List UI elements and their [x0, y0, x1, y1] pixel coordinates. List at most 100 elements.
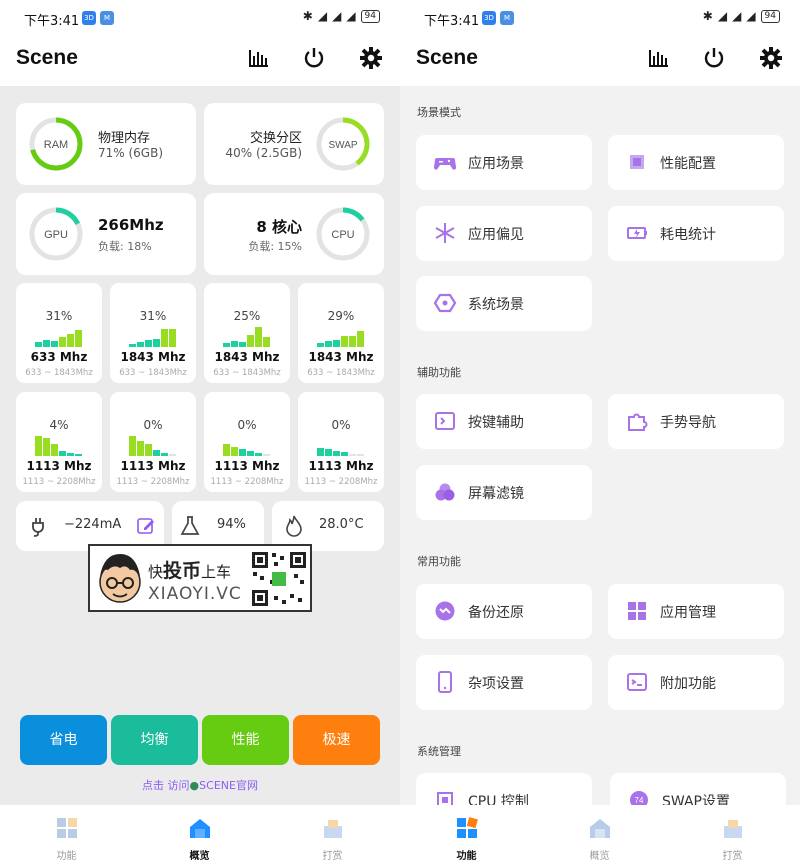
backup-icon: [435, 601, 455, 621]
gpu-card[interactable]: GPU 266Mhz 负载: 18%: [16, 193, 196, 275]
tile-key-assist[interactable]: 按键辅助: [416, 394, 592, 449]
core-range: 1113 ~ 2208Mhz: [210, 477, 284, 487]
battery-level: 94%: [217, 517, 246, 532]
tile-label: 附加功能: [660, 676, 716, 692]
bottom-navigation: 功能 概览 打赏: [0, 805, 400, 867]
globe-icon: ●: [189, 779, 200, 792]
home-icon: [190, 819, 210, 838]
website-link[interactable]: 点击 访问●SCENE官网: [0, 777, 400, 793]
phone-icon: [438, 671, 452, 693]
mode-fast-button[interactable]: 极速: [293, 715, 380, 765]
core-load: 4%: [49, 418, 69, 432]
tile-addons[interactable]: 附加功能: [608, 655, 784, 710]
gpu-ring-label: GPU: [44, 229, 68, 241]
cpu-core-card[interactable]: 4% 1113 Mhz 1113 ~ 2208Mhz: [16, 392, 102, 492]
cpu-core-card[interactable]: 0% 1113 Mhz 1113 ~ 2208Mhz: [110, 392, 196, 492]
grid-icon: [457, 817, 478, 838]
core-frequency: 1843 Mhz: [308, 350, 374, 364]
nav-tab-functions[interactable]: 功能: [400, 805, 533, 867]
chart-icon[interactable]: [646, 46, 670, 70]
watermark-domain: XIAOYI.VC: [148, 584, 242, 604]
gift-icon: [724, 820, 742, 838]
core-load: 0%: [237, 418, 257, 432]
tile-performance-config[interactable]: 性能配置: [608, 135, 784, 190]
swap-card[interactable]: 交换分区 40% (2.5GB) SWAP: [204, 103, 384, 185]
website-link-prefix: 点击 访问: [142, 779, 190, 792]
core-range: 633 ~ 1843Mhz: [25, 368, 93, 378]
tile-app-manager[interactable]: 应用管理: [608, 584, 784, 639]
core-range: 1113 ~ 2208Mhz: [304, 477, 378, 487]
chart-icon[interactable]: [246, 46, 270, 70]
mode-performance-button[interactable]: 性能: [202, 715, 289, 765]
tile-misc-settings[interactable]: 杂项设置: [416, 655, 592, 710]
tile-label: 应用偏见: [468, 227, 524, 243]
tile-system-scene[interactable]: 系统场景: [416, 276, 592, 331]
cpu-core-card[interactable]: 25% 1843 Mhz 633 ~ 1843Mhz: [204, 283, 290, 383]
temperature: 28.0°C: [319, 517, 364, 532]
nav-tab-tip[interactable]: 打赏: [666, 805, 799, 867]
core-load: 29%: [327, 309, 355, 323]
core-frequency: 1113 Mhz: [308, 459, 374, 473]
apps-grid-icon: [628, 602, 646, 620]
cpu-core-card[interactable]: 31% 1843 Mhz 633 ~ 1843Mhz: [110, 283, 196, 383]
watermark-text: 快: [148, 563, 164, 581]
functions-screen: 下午3:41 3D M ✱ ◢ ◢ ◢ 94 Scene 场景模式 应用场景 性…: [400, 0, 800, 867]
website-link-text: SCENE官网: [199, 779, 258, 792]
tile-backup-restore[interactable]: 备份还原: [416, 584, 592, 639]
core-range: 633 ~ 1843Mhz: [213, 368, 281, 378]
ram-card[interactable]: RAM 物理内存 71% (6GB): [16, 103, 196, 185]
settings-gear-icon[interactable]: [359, 46, 383, 70]
tile-app-scene[interactable]: 应用场景: [416, 135, 592, 190]
mode-balance-button[interactable]: 均衡: [111, 715, 198, 765]
home-icon: [590, 819, 610, 838]
tile-label: 系统场景: [468, 297, 524, 313]
nav-label: 概览: [589, 851, 610, 862]
nav-label: 打赏: [722, 851, 743, 862]
core-load: 25%: [233, 309, 261, 323]
core-load-bars: [223, 327, 273, 347]
signal-icon: ◢: [317, 9, 328, 23]
tile-app-preference[interactable]: 应用偏见: [416, 206, 592, 261]
nav-tab-tip[interactable]: 打赏: [266, 805, 399, 867]
cpu-ring-label: CPU: [331, 229, 354, 241]
status-time: 下午3:41: [424, 14, 480, 29]
app-bar: Scene: [0, 36, 400, 86]
edit-icon[interactable]: [136, 516, 156, 536]
cpu-core-card[interactable]: 0% 1113 Mhz 1113 ~ 2208Mhz: [298, 392, 384, 492]
cpu-core-card[interactable]: 0% 1113 Mhz 1113 ~ 2208Mhz: [204, 392, 290, 492]
color-filter-icon: [435, 483, 455, 501]
core-load: 0%: [143, 418, 163, 432]
cpu-card[interactable]: 8 核心 负载: 15% CPU: [204, 193, 384, 275]
core-load-bars: [35, 436, 85, 456]
core-load-bars: [129, 436, 179, 456]
tile-gesture-nav[interactable]: 手势导航: [608, 394, 784, 449]
core-range: 1113 ~ 2208Mhz: [116, 477, 190, 487]
core-frequency: 1113 Mhz: [120, 459, 186, 473]
nav-tab-functions[interactable]: 功能: [0, 805, 133, 867]
nav-tab-overview[interactable]: 概览: [533, 805, 666, 867]
power-icon[interactable]: [702, 46, 726, 70]
core-range: 633 ~ 1843Mhz: [307, 368, 375, 378]
wifi-icon: ◢: [346, 9, 356, 23]
power-icon[interactable]: [302, 46, 326, 70]
mode-powersave-button[interactable]: 省电: [20, 715, 107, 765]
tile-label: 屏幕滤镜: [468, 486, 524, 502]
cpu-core-card[interactable]: 29% 1843 Mhz 633 ~ 1843Mhz: [298, 283, 384, 383]
nav-label: 概览: [189, 851, 210, 862]
watermark-banner: 快投币上车 XIAOYI.VC: [88, 544, 312, 612]
tile-label: 应用管理: [660, 605, 716, 621]
core-load-bars: [129, 327, 179, 347]
notification-icon: 3D: [82, 11, 96, 25]
terminal-icon: [627, 673, 647, 691]
grid-icon: [57, 818, 77, 838]
settings-gear-icon[interactable]: [759, 46, 783, 70]
qr-code-icon: [250, 550, 308, 608]
cpu-load: 负载: 15%: [248, 240, 302, 253]
core-frequency: 1843 Mhz: [120, 350, 186, 364]
core-frequency: 1113 Mhz: [214, 459, 280, 473]
nav-tab-overview[interactable]: 概览: [133, 805, 266, 867]
tile-power-stats[interactable]: 耗电统计: [608, 206, 784, 261]
cpu-core-card[interactable]: 31% 633 Mhz 633 ~ 1843Mhz: [16, 283, 102, 383]
tile-screen-filter[interactable]: 屏幕滤镜: [416, 465, 592, 520]
app-bar: Scene: [400, 36, 800, 86]
